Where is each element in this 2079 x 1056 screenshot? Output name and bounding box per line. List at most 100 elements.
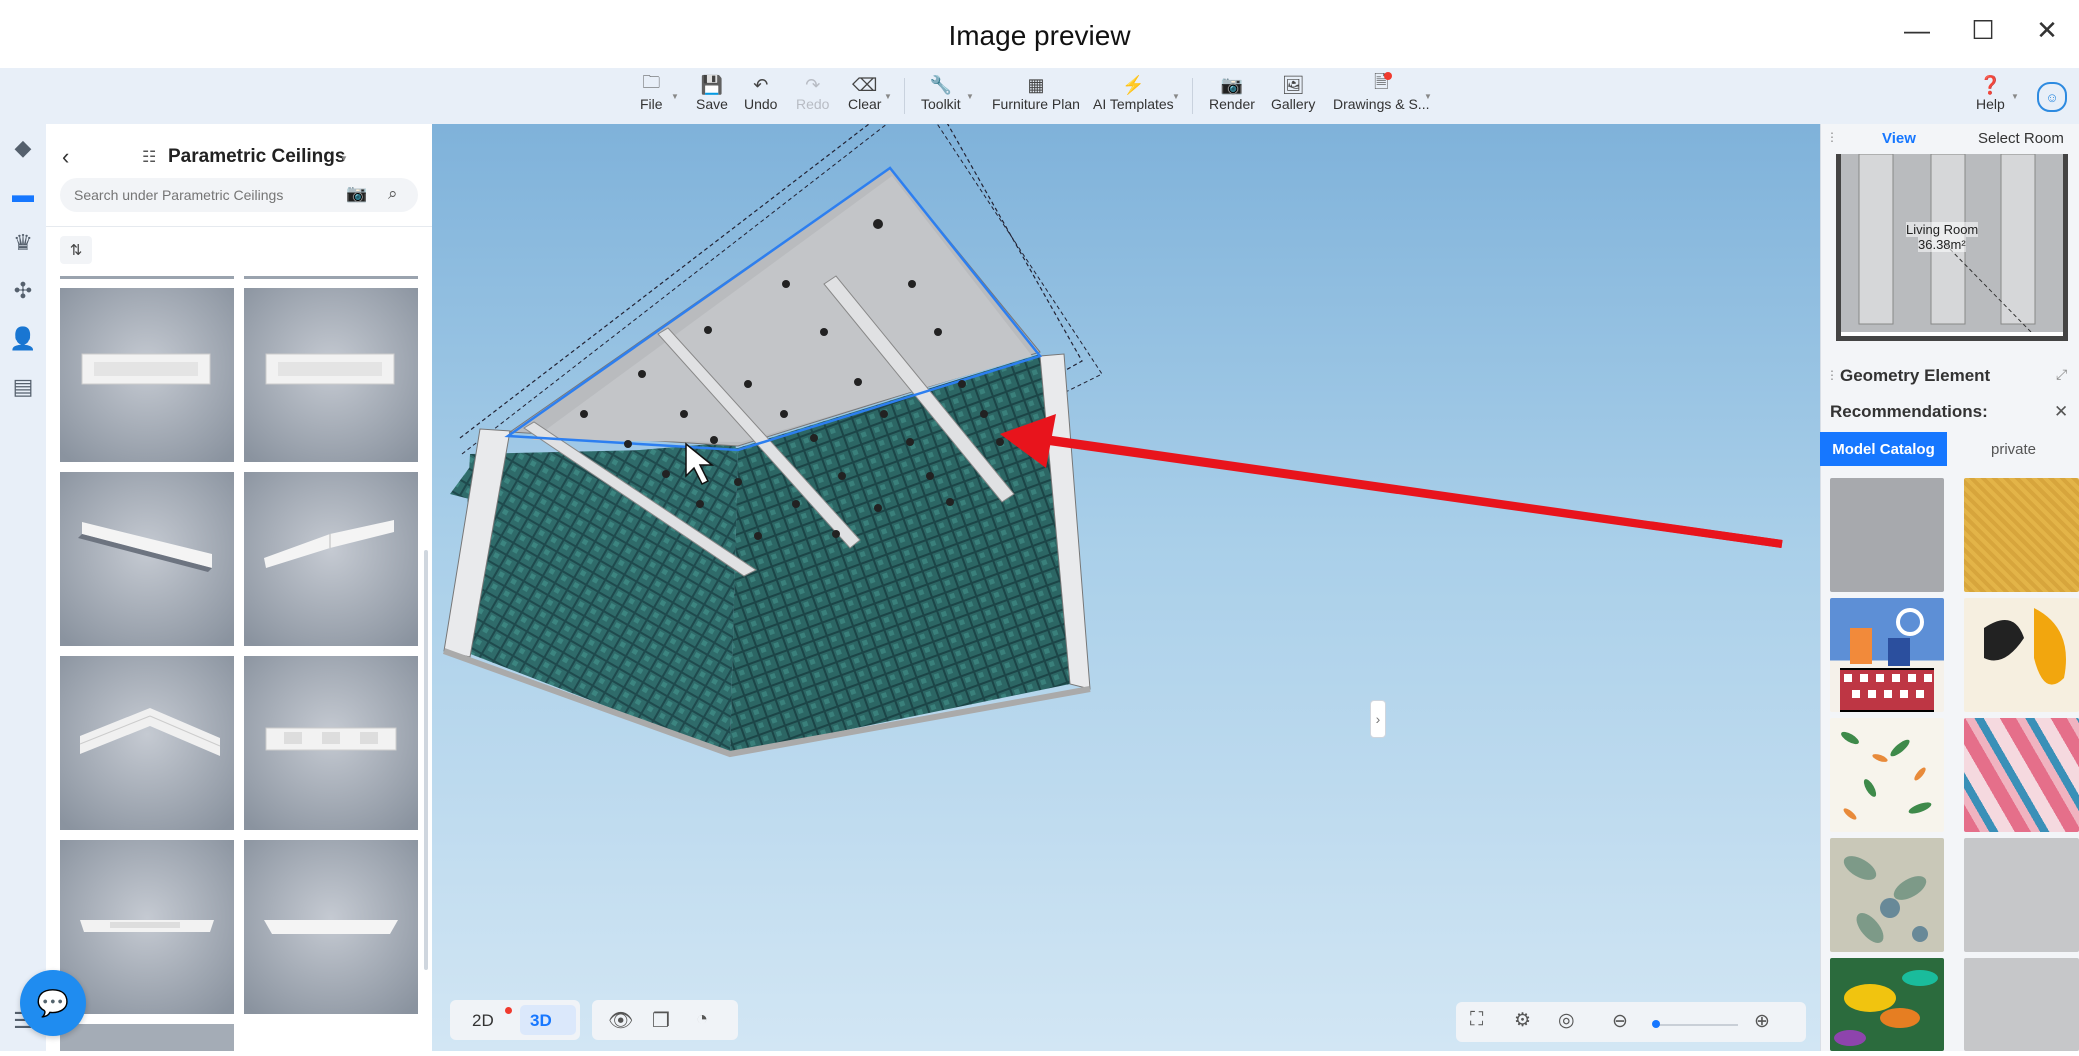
mode-2d-dot — [505, 1007, 512, 1014]
search-icon[interactable]: ⌕ — [388, 184, 398, 204]
clear-label: Clear — [848, 96, 882, 112]
recommendations-label: Recommendations: — [1830, 402, 1988, 421]
material-swatch[interactable] — [1964, 478, 2079, 592]
furniture-plan-button[interactable]: ▦ Furniture Plan — [992, 74, 1080, 113]
drawings-label: Drawings & S... — [1333, 96, 1430, 112]
panel-divider — [46, 226, 432, 227]
tab-view[interactable]: View — [1882, 130, 1916, 147]
close-button[interactable]: ✕ — [2022, 10, 2072, 50]
undo-icon: ↶ — [753, 74, 769, 95]
help-caret-icon[interactable]: ▼ — [2011, 92, 2019, 101]
help-label: Help — [1976, 96, 2005, 112]
ceiling-3d-scene[interactable] — [432, 124, 1820, 1051]
save-label: Save — [696, 96, 728, 112]
gallery-button[interactable]: 🖼 Gallery — [1271, 74, 1315, 113]
file-caret-icon[interactable]: ▼ — [671, 92, 679, 101]
user-icon[interactable]: 👤 — [8, 324, 38, 354]
material-swatch[interactable] — [1830, 598, 1944, 712]
notification-dot — [1384, 72, 1392, 80]
clear-caret-icon[interactable]: ▼ — [884, 92, 892, 101]
zoom-slider-thumb[interactable] — [1652, 1020, 1660, 1028]
toolbar-divider — [1192, 78, 1193, 114]
panel-collapse-icon[interactable]: › — [1370, 700, 1386, 738]
ceiling-thumbnail[interactable] — [244, 472, 418, 646]
material-swatch[interactable] — [1964, 718, 2079, 832]
furniture-plan-label: Furniture Plan — [992, 96, 1080, 112]
ceiling-thumbnail[interactable] — [244, 656, 418, 830]
undo-label: Undo — [744, 96, 778, 112]
ceiling-thumbnail[interactable] — [244, 288, 418, 462]
fit-screen-icon[interactable]: ⛶ — [1470, 1009, 1483, 1031]
ceiling-thumbnail[interactable] — [60, 840, 234, 1014]
undo-button[interactable]: ↶ Undo — [744, 74, 778, 113]
ceiling-thumbnail[interactable] — [244, 840, 418, 1014]
camera-icon: 📷 — [1220, 74, 1244, 95]
clear-button[interactable]: ⌫ Clear — [848, 74, 882, 113]
zoom-out-icon[interactable]: ⊖ — [1612, 1010, 1628, 1033]
panel-title-caret-icon[interactable]: ▼ — [340, 154, 348, 163]
panel-scrollbar[interactable] — [424, 550, 428, 970]
thumbnail-partial — [244, 276, 418, 279]
left-rail — [0, 124, 46, 1051]
minimize-button[interactable]: — — [1892, 10, 1942, 50]
material-swatch[interactable] — [1830, 478, 1944, 592]
catalog-icon[interactable]: ▬ — [8, 180, 38, 210]
catalog-search[interactable]: 📷 ⌕ — [60, 178, 418, 212]
thumbnail-partial — [60, 276, 234, 279]
save-button[interactable]: 💾 Save — [696, 74, 728, 113]
sort-icon[interactable]: ⇅ — [60, 236, 92, 264]
mode-3d-button[interactable]: 3D — [530, 1011, 552, 1031]
model-tools-icon[interactable]: ✣ — [8, 276, 38, 306]
back-icon[interactable]: ‹ — [62, 144, 69, 170]
material-swatch[interactable] — [1964, 838, 2079, 952]
fit-settings-icon[interactable]: ⚙ — [1514, 1009, 1531, 1032]
drawings-caret-icon[interactable]: ▼ — [1424, 92, 1432, 101]
zoom-in-icon[interactable]: ⊕ — [1754, 1010, 1770, 1033]
search-input[interactable] — [72, 186, 346, 204]
list-view-icon[interactable]: ☷ — [142, 147, 156, 167]
performance-icon[interactable]: ◔ — [696, 1008, 708, 1031]
floorplan-icon[interactable]: ◆ — [8, 133, 38, 163]
focus-icon[interactable]: ◎ — [1558, 1009, 1575, 1032]
render-button[interactable]: 📷 Render — [1209, 74, 1255, 113]
panel-title[interactable]: Parametric Ceilings — [168, 146, 345, 168]
drawings-button[interactable]: 🗎 Drawings & S... — [1333, 72, 1430, 112]
crown-icon[interactable]: ♛ — [8, 228, 38, 258]
maximize-button[interactable]: ☐ — [1958, 10, 2008, 50]
camera-search-icon[interactable]: 📷 — [346, 184, 367, 204]
material-swatch[interactable] — [1964, 598, 2079, 712]
toolkit-caret-icon[interactable]: ▼ — [966, 92, 974, 101]
material-swatch[interactable] — [1830, 718, 1944, 832]
user-avatar-icon[interactable]: ☺ — [2037, 82, 2067, 112]
redo-button[interactable]: ↷ Redo — [796, 74, 829, 113]
save-icon: 💾 — [700, 74, 724, 95]
material-swatch[interactable] — [1964, 958, 2079, 1051]
zoom-slider-track[interactable] — [1654, 1024, 1738, 1026]
drag-handle-icon[interactable]: ⋮ — [1826, 130, 1838, 144]
tab-private[interactable]: private — [1948, 432, 2079, 466]
tab-select-room[interactable]: Select Room — [1978, 130, 2064, 147]
ceiling-thumbnail[interactable] — [60, 288, 234, 462]
material-swatch[interactable] — [1830, 958, 1944, 1051]
file-button[interactable]: 🗀 File — [640, 72, 663, 112]
chat-support-icon[interactable]: 💬 — [20, 970, 86, 1036]
ceiling-thumbnail[interactable] — [60, 472, 234, 646]
help-button[interactable]: ❓ Help — [1976, 74, 2005, 113]
tab-model-catalog[interactable]: Model Catalog — [1820, 432, 1947, 466]
eraser-icon: ⌫ — [852, 74, 878, 95]
expand-icon[interactable]: ⤢ — [2056, 366, 2067, 383]
mode-2d-button[interactable]: 2D — [472, 1011, 494, 1031]
material-swatch[interactable] — [1830, 838, 1944, 952]
ai-templates-caret-icon[interactable]: ▼ — [1172, 92, 1180, 101]
cabinet-icon[interactable]: ▤ — [8, 372, 38, 402]
toolkit-button[interactable]: 🔧 Toolkit — [921, 74, 961, 113]
3d-viewport[interactable] — [432, 124, 1820, 1051]
ai-templates-button[interactable]: ⚡ AI Templates — [1093, 74, 1174, 113]
toolkit-label: Toolkit — [921, 96, 961, 112]
file-label: File — [640, 96, 663, 112]
layers-icon[interactable]: ❐ — [652, 1008, 670, 1033]
drag-handle-icon[interactable]: ⋮ — [1826, 368, 1838, 382]
visibility-icon[interactable]: 👁 — [608, 1008, 633, 1033]
ceiling-thumbnail[interactable] — [60, 656, 234, 830]
close-recommendations-icon[interactable]: ✕ — [2054, 402, 2068, 422]
